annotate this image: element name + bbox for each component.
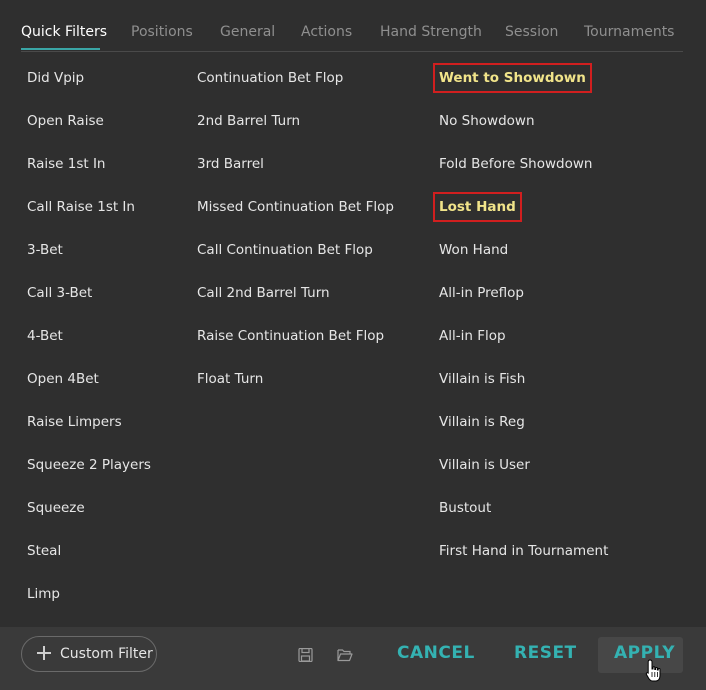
filter-item[interactable]: No Showdown [439,112,535,130]
reset-button[interactable]: RESET [514,643,577,663]
filter-item-selected[interactable]: Went to Showdown [433,63,592,93]
filter-item[interactable]: Call Continuation Bet Flop [197,241,373,259]
filter-item[interactable]: Bustout [439,499,491,517]
filter-item[interactable]: Limp [27,585,60,603]
filter-item[interactable]: Steal [27,542,61,560]
tab-hand-strength[interactable]: Hand Strength [380,24,482,40]
filter-item[interactable]: Continuation Bet Flop [197,69,343,87]
custom-filter-button[interactable]: Custom Filter [21,636,157,672]
filter-item[interactable]: Raise Limpers [27,413,122,431]
filter-item[interactable]: Float Turn [197,370,263,388]
filter-item[interactable]: Open Raise [27,112,104,130]
tab-positions[interactable]: Positions [131,24,193,40]
tab-session[interactable]: Session [505,24,558,40]
filter-item[interactable]: Call 2nd Barrel Turn [197,284,330,302]
filter-item[interactable]: Villain is User [439,456,530,474]
footer-bar: Custom Filter CANCEL RESET APPLY [0,627,706,690]
filter-item[interactable]: Raise Continuation Bet Flop [197,327,384,345]
filter-item[interactable]: Open 4Bet [27,370,99,388]
filter-item[interactable]: 3-Bet [27,241,63,259]
filter-item[interactable]: Won Hand [439,241,508,259]
filter-item[interactable]: All-in Flop [439,327,506,345]
filter-item[interactable]: Squeeze [27,499,85,517]
filter-item[interactable]: First Hand in Tournament [439,542,608,560]
filter-item[interactable]: Villain is Reg [439,413,525,431]
filter-item[interactable]: All-in Preflop [439,284,524,302]
filter-tabs: Quick Filters Positions General Actions … [21,0,683,52]
filter-item-selected[interactable]: Lost Hand [433,192,522,222]
filter-item[interactable]: Squeeze 2 Players [27,456,151,474]
plus-icon [37,646,51,660]
tab-actions[interactable]: Actions [301,24,352,40]
active-tab-underline [21,48,100,50]
filter-item[interactable]: Call 3-Bet [27,284,92,302]
tab-tournaments[interactable]: Tournaments [584,24,674,40]
filter-item[interactable]: Villain is Fish [439,370,525,388]
filter-item[interactable]: 2nd Barrel Turn [197,112,300,130]
hand-pointer-icon [645,659,661,682]
custom-filter-label: Custom Filter [60,646,153,662]
save-icon[interactable] [298,648,314,662]
filter-item[interactable]: 3rd Barrel [197,155,264,173]
filter-item[interactable]: 4-Bet [27,327,63,345]
tab-general[interactable]: General [220,24,275,40]
filter-item[interactable]: Raise 1st In [27,155,105,173]
folder-open-icon[interactable] [337,648,353,662]
cancel-button[interactable]: CANCEL [397,643,475,663]
filter-item[interactable]: Call Raise 1st In [27,198,135,216]
filter-item[interactable]: Missed Continuation Bet Flop [197,198,394,216]
tab-quick-filters[interactable]: Quick Filters [21,24,107,40]
filter-item[interactable]: Did Vpip [27,69,84,87]
filter-item[interactable]: Fold Before Showdown [439,155,592,173]
